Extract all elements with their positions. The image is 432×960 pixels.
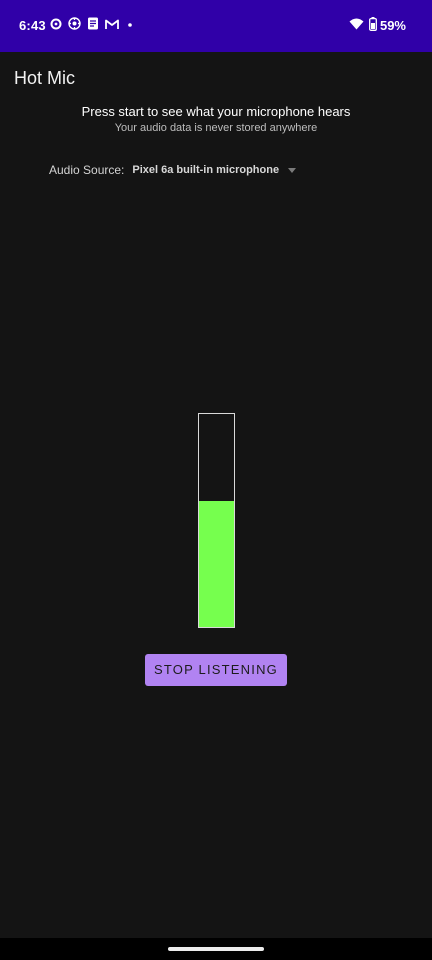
audio-source-dropdown[interactable]: Pixel 6a built-in microphone	[132, 164, 297, 176]
app-title: Hot Mic	[14, 68, 76, 88]
status-notification-icons	[50, 17, 141, 35]
document-icon	[87, 17, 99, 35]
wifi-icon	[349, 18, 364, 33]
navigation-bar	[0, 938, 432, 960]
gmail-icon	[105, 17, 119, 35]
status-time: 6:43	[19, 18, 46, 33]
intro-headline: Press start to see what your microphone …	[81, 104, 351, 119]
audio-level-meter	[198, 413, 235, 628]
record-icon	[50, 17, 62, 35]
intro-subline: Your audio data is never stored anywhere	[114, 122, 318, 134]
audio-source-selected-value: Pixel 6a built-in microphone	[132, 164, 280, 176]
battery-icon	[369, 17, 377, 34]
status-system-icons: 59%	[349, 17, 406, 34]
stop-listening-button[interactable]: STOP LISTENING	[145, 654, 287, 686]
battery-percent: 59%	[379, 18, 406, 33]
home-gesture-handle[interactable]	[168, 947, 264, 951]
status-bar: 6:43 59%	[0, 0, 432, 52]
audio-level-fill	[199, 501, 234, 627]
settings-icon	[68, 17, 81, 35]
audio-source-label: Audio Source:	[49, 163, 125, 177]
audio-source-row: Audio Source: Pixel 6a built-in micropho…	[49, 163, 297, 177]
dropdown-arrow-icon	[288, 167, 297, 173]
notification-dot-icon	[125, 17, 135, 35]
